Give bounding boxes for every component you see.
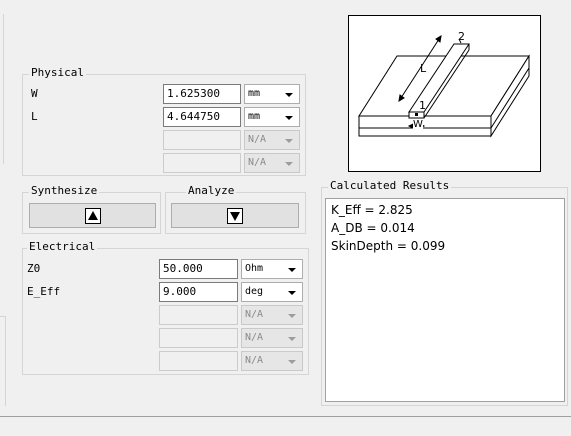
e-eff-unit-select[interactable]: deg	[241, 282, 303, 302]
chevron-down-icon	[285, 162, 293, 166]
result-k-eff: K_Eff = 2.825	[331, 203, 413, 217]
synthesize-button[interactable]	[29, 203, 156, 228]
analyze-title: Analyze	[186, 184, 237, 197]
chevron-down-icon	[288, 337, 296, 341]
microstrip-diagram: L 2 1 W	[348, 15, 541, 172]
result-skin-depth: SkinDepth = 0.099	[331, 239, 446, 253]
result-a-db: A_DB = 0.014	[331, 221, 415, 235]
electrical-unit-select-3: N/A	[241, 305, 303, 325]
left-panel-edge	[0, 14, 4, 164]
l-label: L	[31, 110, 38, 123]
physical-unit-select-3: N/A	[244, 130, 300, 150]
w-unit-select[interactable]: mm	[244, 84, 300, 104]
z0-unit-select[interactable]: Ohm	[241, 259, 303, 279]
diagram-label-port2: 2	[458, 30, 465, 43]
results-box: K_Eff = 2.825 A_DB = 0.014 SkinDepth = 0…	[325, 198, 565, 402]
left-panel-edge-lower	[0, 316, 6, 406]
z0-unit-value: Ohm	[245, 263, 264, 274]
z0-label: Z0	[27, 262, 41, 275]
up-triangle-icon	[84, 207, 101, 224]
electrical-unit-value-3: N/A	[245, 309, 264, 320]
e-eff-input[interactable]: 9.000	[159, 282, 238, 302]
chevron-down-icon	[285, 116, 293, 120]
diagram-label-width: W	[413, 119, 423, 130]
l-unit-value: mm	[248, 111, 261, 122]
results-title: Calculated Results	[328, 179, 452, 192]
chevron-down-icon	[288, 268, 296, 272]
chevron-down-icon	[285, 93, 293, 97]
l-input[interactable]: 4.644750	[163, 107, 241, 127]
w-unit-value: mm	[248, 88, 261, 99]
z0-input[interactable]: 50.000	[159, 259, 238, 279]
physical-unit-select-4: N/A	[244, 153, 300, 173]
down-triangle-icon	[227, 207, 243, 224]
analyze-button[interactable]	[171, 203, 299, 228]
physical-unit-value-4: N/A	[248, 157, 267, 168]
w-label: W	[31, 87, 38, 100]
physical-input-3	[163, 130, 241, 150]
diagram-label-length: L	[420, 62, 427, 75]
diagram-label-port1: 1	[419, 99, 426, 112]
electrical-unit-select-4: N/A	[241, 328, 303, 348]
chevron-down-icon	[288, 291, 296, 295]
l-unit-select[interactable]: mm	[244, 107, 300, 127]
physical-unit-value-3: N/A	[248, 134, 267, 145]
electrical-input-4	[159, 328, 238, 348]
electrical-unit-value-5: N/A	[245, 355, 264, 366]
bottom-divider	[0, 416, 571, 417]
synthesize-title: Synthesize	[29, 184, 100, 197]
electrical-unit-value-4: N/A	[245, 332, 264, 343]
chevron-down-icon	[288, 314, 296, 318]
physical-title: Physical	[29, 66, 86, 79]
electrical-unit-select-5: N/A	[241, 351, 303, 371]
e-eff-unit-value: deg	[245, 286, 264, 297]
chevron-down-icon	[288, 360, 296, 364]
electrical-input-5	[159, 351, 238, 371]
electrical-input-3	[159, 305, 238, 325]
chevron-down-icon	[285, 139, 293, 143]
physical-input-4	[163, 153, 241, 173]
e-eff-label: E_Eff	[27, 285, 61, 298]
electrical-title: Electrical	[27, 240, 98, 253]
w-input[interactable]: 1.625300	[163, 84, 241, 104]
